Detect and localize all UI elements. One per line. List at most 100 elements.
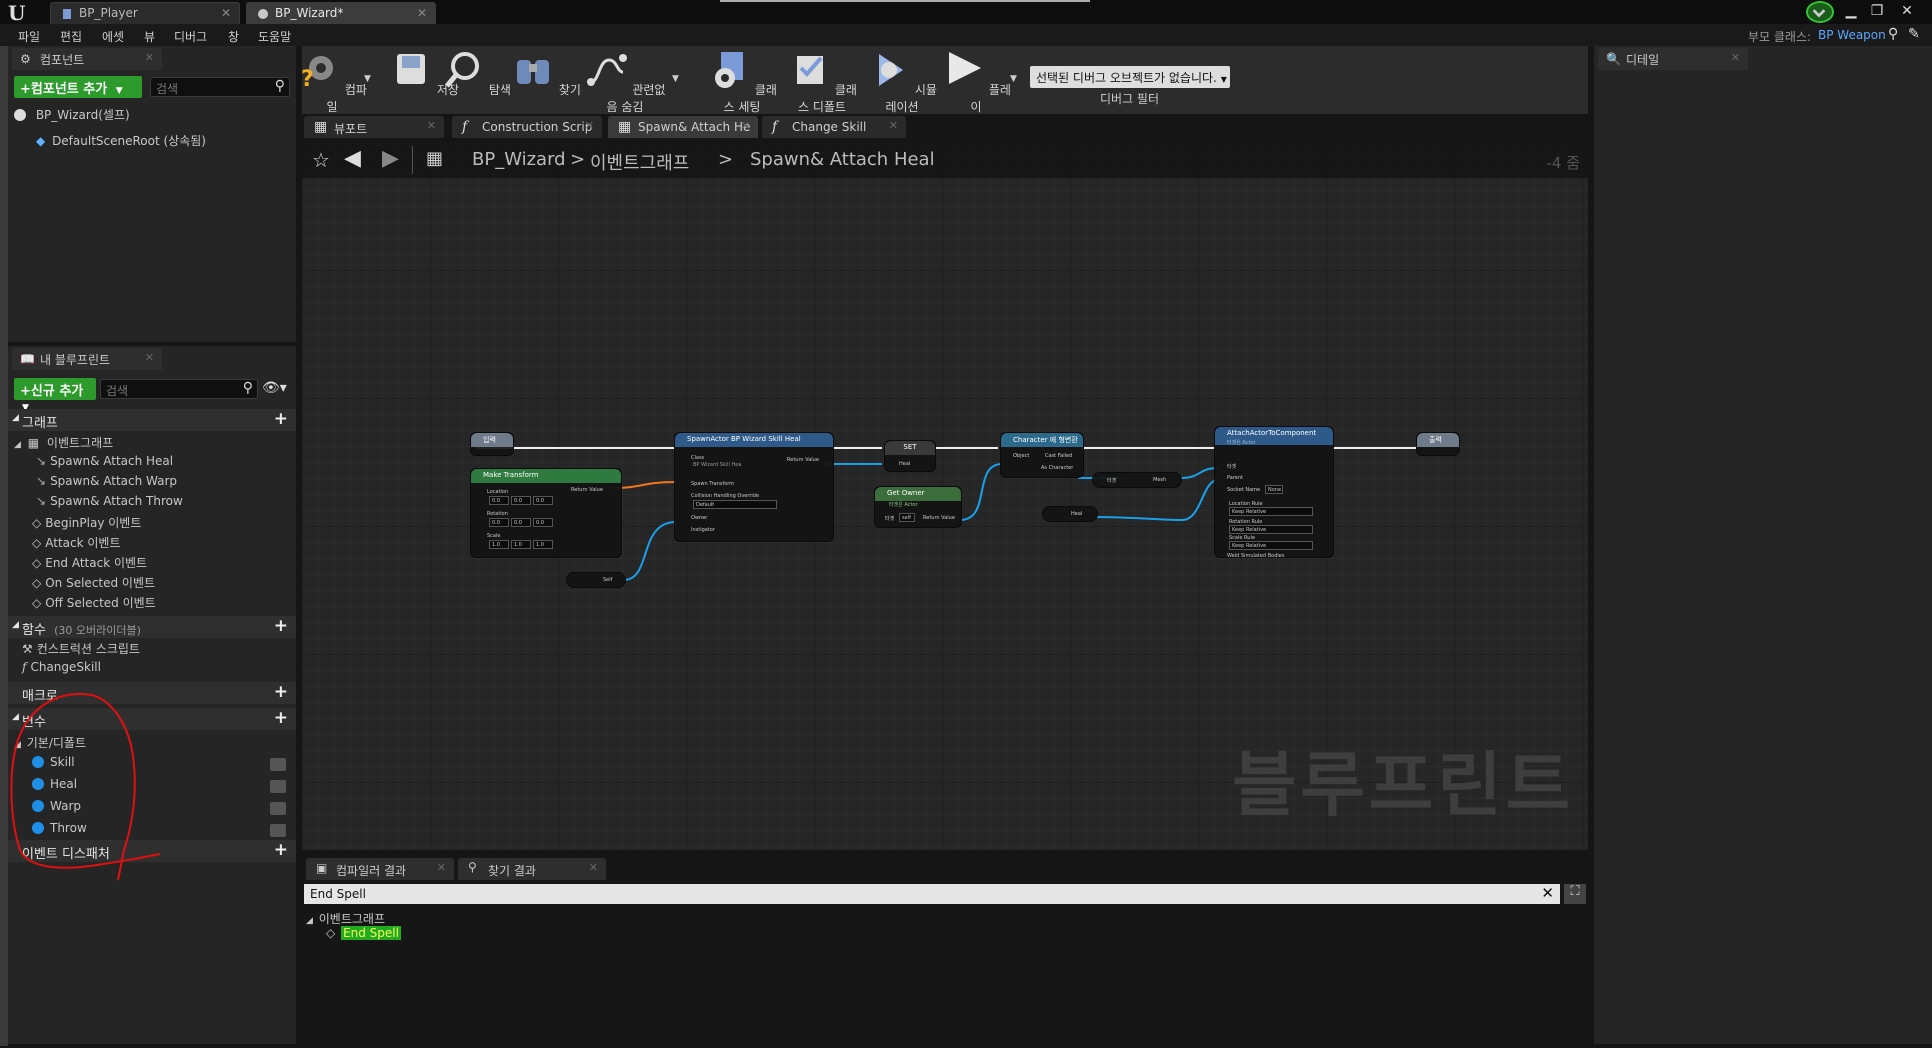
value-box[interactable]: 0.0: [489, 496, 509, 505]
event-item[interactable]: ↘ Spawn& Attach Throw: [36, 494, 183, 514]
collapse-arrow-icon[interactable]: ◢: [12, 413, 19, 423]
node-self[interactable]: Self: [566, 572, 626, 588]
add-event-dispatcher-icon[interactable]: +: [274, 840, 288, 860]
collision-dropdown[interactable]: Default: [693, 500, 777, 509]
variable-item[interactable]: Skill: [32, 755, 294, 775]
value-box[interactable]: 0.0: [533, 518, 553, 527]
minimize-icon[interactable]: ▁: [1840, 2, 1862, 20]
close-icon[interactable]: ✕: [221, 6, 231, 20]
event-graph-item[interactable]: ◢ ▦ 이벤트그래프: [14, 434, 113, 454]
hide-unrelated-button[interactable]: 관련없음 숨김: [580, 50, 670, 115]
visibility-toggle-icon[interactable]: [270, 824, 286, 837]
menu-debug[interactable]: 디버그: [174, 28, 207, 45]
node-make-transform[interactable]: Make Transform Return Value Location 0.0…: [470, 468, 622, 558]
close-icon[interactable]: ✕: [585, 119, 594, 132]
event-item[interactable]: ◇ On Selected 이벤트: [32, 574, 155, 594]
chevron-down-icon[interactable]: ▼: [1010, 74, 1017, 84]
class-defaults-button[interactable]: 클래스 디폴트: [782, 50, 862, 115]
event-item[interactable]: ↘ Spawn& Attach Warp: [36, 474, 177, 494]
my-blueprint-tab[interactable]: 📖 내 블루프린트 ✕: [12, 348, 162, 370]
debug-object-select[interactable]: 선택된 디버그 오브젝트가 없습니다. ▼: [1030, 66, 1230, 88]
close-icon[interactable]: ✕: [741, 119, 750, 132]
macros-section-header[interactable]: 매크로 +: [8, 682, 296, 704]
find-search-input[interactable]: End Spell ✕: [304, 884, 1560, 904]
close-icon[interactable]: ✕: [1731, 51, 1740, 64]
notification-icon[interactable]: [1806, 1, 1834, 23]
tab-viewport[interactable]: ▦ 뷰포트 ✕: [304, 116, 444, 138]
node-get-owner[interactable]: Get Owner 타겟은 Actor 타겟 self Return Value: [874, 486, 962, 528]
value-box[interactable]: self: [899, 513, 915, 522]
find-button[interactable]: 찾기: [510, 50, 582, 98]
tab-find-results[interactable]: ⚲ 찾기 결과 ✕: [458, 858, 606, 880]
value-box[interactable]: 0.0: [489, 518, 509, 527]
chevron-down-icon[interactable]: ▼: [672, 74, 679, 84]
rotation-rule-dropdown[interactable]: Keep Relative: [1229, 525, 1313, 534]
node-entry[interactable]: 입력: [470, 432, 514, 456]
node-set-heal[interactable]: SET Heal: [884, 440, 936, 472]
clear-search-icon[interactable]: ✕: [1541, 884, 1554, 902]
close-icon[interactable]: ✕: [417, 6, 427, 20]
function-item[interactable]: f ChangeSkill: [22, 660, 101, 680]
value-box[interactable]: 1.0: [533, 540, 553, 549]
menu-view[interactable]: 뷰: [144, 28, 155, 45]
tab-compiler-results[interactable]: ▣ 컴파일러 결과 ✕: [306, 858, 454, 880]
variables-section-header[interactable]: ◢ 변수 +: [8, 708, 296, 730]
collapse-arrow-icon[interactable]: ◢: [14, 440, 21, 450]
parent-class-link[interactable]: BP Weapon: [1818, 28, 1886, 42]
event-item[interactable]: ◇ End Attack 이벤트: [32, 554, 147, 574]
class-settings-button[interactable]: 클래스 세팅: [702, 50, 782, 115]
event-item[interactable]: ◇ BeginPlay 이벤트: [32, 514, 141, 534]
node-get-heal[interactable]: Heal: [1042, 506, 1098, 522]
close-icon[interactable]: ✕: [589, 861, 598, 874]
close-icon[interactable]: ✕: [145, 51, 154, 64]
visibility-toggle-icon[interactable]: [270, 802, 286, 815]
restore-icon[interactable]: ❐: [1866, 2, 1888, 20]
collapse-arrow-icon[interactable]: ◢: [12, 620, 19, 630]
collapse-arrow-icon[interactable]: ◢: [14, 740, 21, 750]
visibility-toggle-icon[interactable]: [270, 758, 286, 771]
close-icon[interactable]: ✕: [889, 119, 898, 132]
components-search-input[interactable]: 검색 ⚲: [150, 77, 290, 97]
tab-change-skill[interactable]: f Change Skill ✕: [762, 116, 906, 138]
value-box[interactable]: 0.0: [511, 496, 531, 505]
node-attach-actor[interactable]: AttachActorToComponent 타겟은 Actor 타겟 Pare…: [1214, 426, 1334, 559]
tab-spawn-attach-heal[interactable]: ▦ Spawn& Attach He ✕: [608, 116, 758, 138]
menu-window[interactable]: 창: [228, 28, 239, 45]
value-box[interactable]: 1.0: [489, 540, 509, 549]
close-icon[interactable]: ✕: [145, 351, 154, 364]
value-box[interactable]: 0.0: [511, 518, 531, 527]
variable-category[interactable]: ◢ 기본/디폴트: [14, 734, 86, 754]
add-new-button[interactable]: +신규 추가 ▼: [14, 378, 96, 413]
add-function-icon[interactable]: +: [274, 616, 288, 636]
socket-name-input[interactable]: None: [1265, 485, 1283, 494]
add-variable-icon[interactable]: +: [274, 708, 288, 728]
menu-edit[interactable]: 편집: [60, 28, 82, 45]
tab-construction-script[interactable]: f Construction Scrip ✕: [452, 116, 602, 138]
graphs-section-header[interactable]: ◢ 그래프 +: [8, 409, 296, 431]
binoculars-search-button[interactable]: ⛶: [1564, 884, 1586, 904]
event-item[interactable]: ◇ Attack 이벤트: [32, 534, 120, 554]
menu-help[interactable]: 도움말: [258, 28, 291, 45]
collapse-arrow-icon[interactable]: ◢: [306, 916, 313, 926]
value-box[interactable]: 0.0: [533, 496, 553, 505]
node-cast-character[interactable]: Character 에 형변환 Object Cast Failed As Ch…: [1000, 432, 1084, 478]
add-component-button[interactable]: +컴포넌트 추가 ▼: [14, 76, 142, 98]
doc-tab-bp-wizard[interactable]: BP_Wizard* ✕: [246, 2, 436, 24]
scale-rule-dropdown[interactable]: Keep Relative: [1229, 541, 1313, 550]
node-get-mesh[interactable]: 타겟 Mesh: [1092, 472, 1182, 488]
node-spawn-actor[interactable]: SpawnActor BP Wizard Skill Heal Class BP…: [674, 432, 834, 542]
add-macro-icon[interactable]: +: [274, 682, 288, 702]
event-item[interactable]: ↘ Spawn& Attach Heal: [36, 454, 173, 474]
add-graph-icon[interactable]: +: [274, 409, 288, 429]
doc-tab-bp-player[interactable]: BP_Player ✕: [50, 2, 240, 24]
find-result-item[interactable]: ◇ End Spell: [326, 926, 401, 946]
blueprint-graph-canvas[interactable]: ☆ ◀ ▶ ▦ BP_Wizard > 이벤트그래프 > Spawn& Atta…: [302, 142, 1588, 850]
menu-file[interactable]: 파일: [18, 28, 40, 45]
event-dispatchers-section-header[interactable]: 이벤트 디스패처 +: [8, 840, 296, 862]
search-icon[interactable]: ⚲: [1888, 26, 1898, 42]
variable-item[interactable]: Throw: [32, 821, 294, 841]
variable-item[interactable]: Warp: [32, 799, 294, 819]
value-box[interactable]: 1.0: [511, 540, 531, 549]
component-root[interactable]: BP_Wizard(셀프): [14, 106, 130, 126]
my-blueprint-search-input[interactable]: 검색 ⚲: [100, 379, 258, 399]
